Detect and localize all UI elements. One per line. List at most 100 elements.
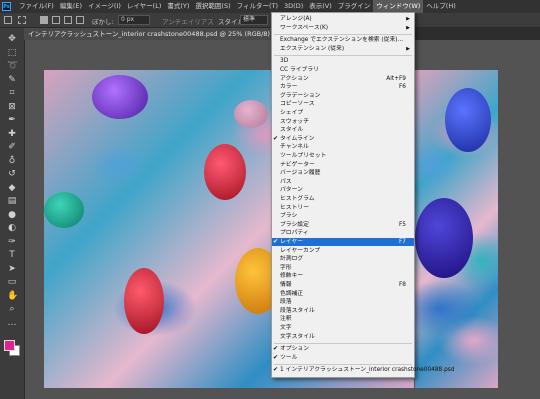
pen-icon[interactable]: ✑ [7,237,17,247]
window-menu-item[interactable]: ✔ レイヤー F7 [272,238,414,246]
window-menu-item[interactable]: 文字 [272,324,414,332]
menu-4[interactable]: 書式(Y) [164,0,192,13]
frame-icon[interactable]: ⊠ [7,102,17,112]
eyedropper-icon[interactable]: ✒ [7,115,17,125]
red-gem-image-2 [124,268,164,334]
window-menu-item[interactable]: ヒストグラム [272,195,414,203]
menu-0[interactable]: ファイル(F) [16,0,57,13]
feather-label: ぼかし: [92,18,114,26]
window-menu-item[interactable]: スウォッチ [272,118,414,126]
window-menu-item[interactable]: 段落スタイル [272,307,414,315]
subtract-selection-icon[interactable] [64,16,72,24]
zoom-icon[interactable]: ⌕ [7,304,17,314]
brush-icon[interactable]: ✐ [7,142,17,152]
lasso-icon[interactable]: ➰ [7,61,18,71]
window-menu-item[interactable]: バージョン履歴 [272,169,414,177]
quick-select-icon[interactable]: ✎ [7,75,17,85]
crop-icon[interactable]: ⌗ [7,88,17,98]
window-menu-item[interactable]: ブラシ [272,212,414,220]
menu-5[interactable]: 選択範囲(S) [192,0,233,13]
menu-separator [274,363,412,365]
eraser-icon[interactable]: ◆ [7,183,17,193]
window-menu-item[interactable]: 注釈 [272,315,414,323]
menu-1[interactable]: 編集(E) [57,0,85,13]
tools-panel: ✥ ⬚ ➰ ✎ ⌗ ⊠ ✒ ✚ ✐ ♁ ↺ ◆ ▤ ● ◐ ✑ T ➤ ▭ ✋ ⌕ … [0,28,25,399]
window-menu-item[interactable]: パス [272,178,414,186]
window-menu-item[interactable]: アレンジ(A) ▶ [272,15,414,23]
window-menu-item[interactable]: エクステンション (従来) ▶ [272,45,414,53]
window-menu-item[interactable]: 字形 [272,264,414,272]
menu-separator [274,54,412,56]
pink-gem-image [234,100,268,128]
antialias-checkbox[interactable]: アンチエイリアス [162,16,214,26]
window-menu-item[interactable]: チャンネル [272,143,414,151]
window-menu-item[interactable]: 修飾キー [272,272,414,280]
hand-icon[interactable]: ✋ [7,291,18,301]
window-menu-item[interactable]: スタイル [272,126,414,134]
window-menu-item[interactable]: 情報 F8 [272,281,414,289]
window-menu-item[interactable]: ヒストリー [272,204,414,212]
menu-item-label: オプション [280,346,309,353]
window-menu-item[interactable]: ✔ 1 インテリアクラッシュストーン_interior crashstone004… [272,366,454,374]
menu-3[interactable]: レイヤー(L) [124,0,165,13]
window-menu-item[interactable]: 色調補正 [272,290,414,298]
submenu-arrow-icon: ▶ [406,24,410,31]
rectangle-icon[interactable]: ▭ [7,277,17,287]
document-canvas-right[interactable] [415,70,498,388]
marquee-icon[interactable]: ⬚ [7,48,17,58]
menu-item-label: CC ライブラリ [280,67,319,73]
shortcut-label: F5 [398,221,406,228]
window-menu-item[interactable]: グラデーション [272,92,414,100]
menu-item-label: ヒストグラム [280,196,315,202]
add-selection-icon[interactable] [52,16,60,24]
photoshop-logo-icon[interactable]: Ps [2,2,11,11]
window-menu-item[interactable]: コピーソース [272,100,414,108]
window-menu-item[interactable]: 段落 [272,298,414,306]
type-icon[interactable]: T [7,250,17,260]
menu-item-label: ワークスペース(K) [280,24,329,31]
window-menu-item[interactable]: ブラシ設定 F5 [272,221,414,229]
window-menu-item[interactable]: CC ライブラリ [272,66,414,74]
menu-item-label: 文字スタイル [280,333,315,340]
gradient-icon[interactable]: ▤ [7,196,17,206]
more-icon[interactable]: … [7,318,17,328]
menu-item-label: パターン [280,187,303,194]
red-gem-image [204,144,246,200]
path-select-icon[interactable]: ➤ [7,264,17,274]
marquee-preset-icon[interactable] [18,16,26,24]
window-menu-item[interactable]: 計測ログ [272,255,414,263]
dodge-icon[interactable]: ◐ [7,223,17,233]
history-brush-icon[interactable]: ↺ [7,169,17,179]
window-menu-item[interactable]: プロパティ [272,229,414,237]
menu-11[interactable]: ヘルプ(H) [423,0,458,13]
window-menu-item[interactable]: ✔ ツール [272,354,414,362]
window-menu-item[interactable]: ✔ オプション [272,345,414,353]
menu-item-label: バージョン履歴 [280,170,321,177]
style-select[interactable]: 標準 [240,15,268,25]
window-menu-item[interactable]: ワークスペース(K) ▶ [272,24,414,32]
window-menu-item[interactable]: Exchange でエクステンションを検索 (従来)... [272,36,414,44]
menu-item-label: ツールプリセット [280,153,327,159]
window-menu-item[interactable]: レイヤーカンプ [272,247,414,255]
window-menu-item[interactable]: アクション Alt+F9 [272,75,414,83]
home-icon[interactable] [4,16,12,24]
healing-icon[interactable]: ✚ [7,129,17,139]
window-menu-item[interactable]: シェイプ [272,109,414,117]
stamp-icon[interactable]: ♁ [7,156,17,166]
move-icon[interactable]: ✥ [7,34,17,44]
new-selection-icon[interactable] [40,16,48,24]
intersect-selection-icon[interactable] [76,16,84,24]
window-menu-item[interactable]: カラー F6 [272,83,414,91]
window-menu-item[interactable]: ✔ タイムライン [272,135,414,143]
window-menu-item[interactable]: 3D [272,57,414,65]
feather-input[interactable]: 0 px [118,15,150,25]
menu-2[interactable]: イメージ(I) [85,0,124,13]
window-menu-item[interactable]: 文字スタイル [272,333,414,341]
indigo-gem-image [415,198,473,278]
foreground-color-swatch[interactable] [4,340,15,351]
window-menu-item[interactable]: パターン [272,186,414,194]
blur-icon[interactable]: ● [7,210,17,220]
window-menu-item[interactable]: ツールプリセット [272,152,414,160]
document-tab[interactable]: インテリアクラッシュストーン_interior crashstone00488.… [24,28,306,40]
window-menu-item[interactable]: ナビゲーター [272,161,414,169]
